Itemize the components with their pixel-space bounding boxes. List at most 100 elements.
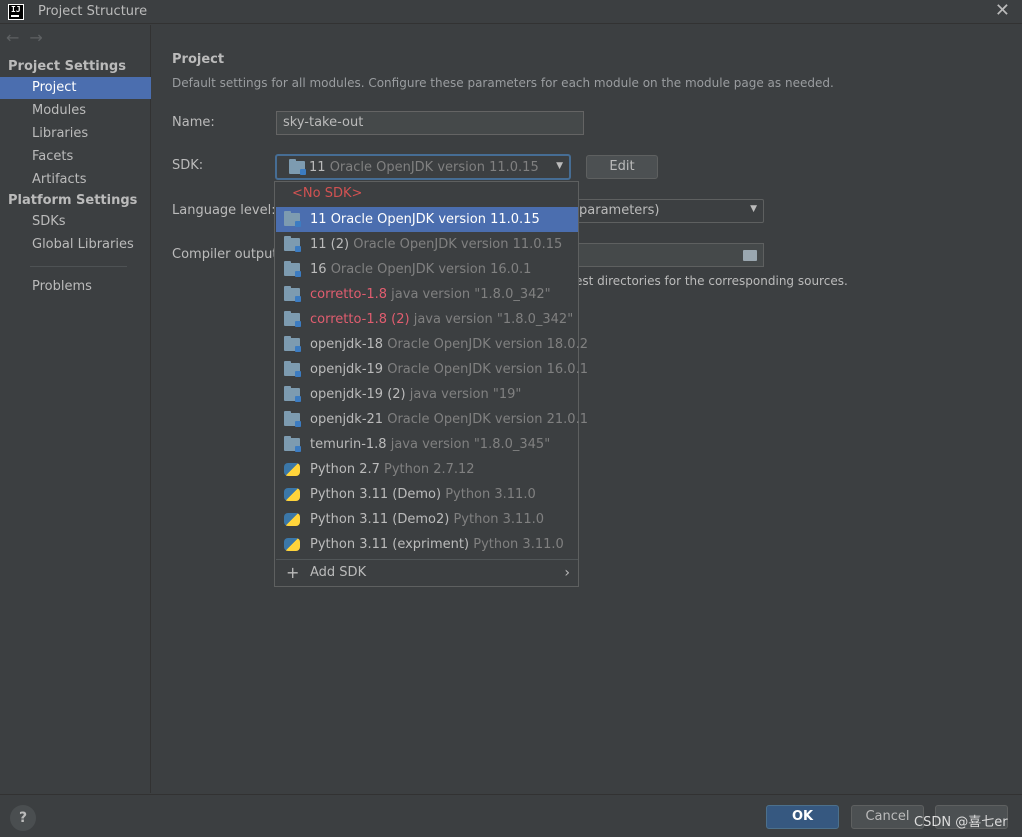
folder-icon (284, 286, 301, 302)
language-level-label: Language level: (172, 203, 276, 218)
sdk-item-label: corretto-1.8 (2) java version "1.8.0_342… (310, 307, 573, 332)
sdk-name: openjdk-18 (310, 337, 384, 352)
python-icon (284, 463, 300, 476)
compiler-output-hint: est directories for the corresponding so… (575, 274, 848, 288)
help-button[interactable]: ? (10, 805, 36, 831)
sdk-combobox[interactable]: 11 Oracle OpenJDK version 11.0.15 ▼ (275, 154, 571, 180)
intellij-app-icon: IJ (8, 4, 24, 20)
sdk-label: SDK: (172, 158, 204, 173)
window-title: Project Structure (38, 4, 148, 19)
dialog-footer: ? OK Cancel CSDN @喜七er (0, 794, 1022, 837)
sdk-list-item[interactable]: corretto-1.8 (2) java version "1.8.0_342… (276, 307, 578, 332)
sidebar-item-problems[interactable]: Problems (0, 276, 151, 298)
folder-icon (289, 159, 306, 175)
folder-icon (284, 236, 301, 252)
sdk-version-detail: Python 3.11.0 (473, 537, 564, 552)
sdk-item-label: 11 Oracle OpenJDK version 11.0.15 (310, 207, 540, 232)
sdk-version-detail: Oracle OpenJDK version 11.0.15 (330, 212, 540, 227)
name-label: Name: (172, 115, 215, 130)
sdk-list-item[interactable]: Python 3.11 (Demo) Python 3.11.0 (276, 482, 578, 507)
sidebar-item-facets[interactable]: Facets (0, 146, 151, 168)
sidebar-item-sdks[interactable]: SDKs (0, 211, 151, 233)
sdk-name: corretto-1.8 (2) (310, 312, 410, 327)
sdk-list-item[interactable]: Python 3.11 (Demo2) Python 3.11.0 (276, 507, 578, 532)
folder-icon (284, 386, 301, 402)
sdk-name: Python 3.11 (Demo2) (310, 512, 450, 527)
sidebar-divider (30, 266, 127, 267)
plus-icon: + (286, 563, 300, 582)
sdk-list-item[interactable]: 16 Oracle OpenJDK version 16.0.1 (276, 257, 578, 282)
sdk-item-label: Python 3.11 (Demo2) Python 3.11.0 (310, 507, 544, 532)
sdk-name: Python 2.7 (310, 462, 380, 477)
back-arrow-icon[interactable]: ← (6, 28, 29, 47)
folder-icon (284, 436, 301, 452)
python-icon (284, 538, 300, 551)
sdk-list-item[interactable]: openjdk-18 Oracle OpenJDK version 18.0.2 (276, 332, 588, 357)
sidebar-item-artifacts[interactable]: Artifacts (0, 169, 151, 191)
edit-button[interactable]: Edit (586, 155, 658, 179)
sdk-name: temurin-1.8 (310, 437, 387, 452)
sdk-list-item[interactable]: temurin-1.8 java version "1.8.0_345" (276, 432, 578, 457)
sdk-name: openjdk-19 (310, 362, 384, 377)
sdk-list-item[interactable]: 11 (2) Oracle OpenJDK version 11.0.15 (276, 232, 578, 257)
sidebar-item-modules[interactable]: Modules (0, 100, 151, 122)
folder-icon (284, 261, 301, 277)
sdk-list-item[interactable]: Python 2.7 Python 2.7.12 (276, 457, 578, 482)
sdk-version-detail: Oracle OpenJDK version 21.0.1 (387, 412, 588, 427)
sdk-list-item[interactable]: openjdk-21 Oracle OpenJDK version 21.0.1 (276, 407, 588, 432)
chevron-down-icon: ▼ (750, 204, 757, 214)
sdk-version-detail: java version "1.8.0_345" (390, 437, 551, 452)
nav-arrows: ←→ (6, 28, 53, 47)
python-icon (284, 488, 300, 501)
no-sdk-option[interactable]: <No SDK> (292, 186, 362, 201)
sdk-name: openjdk-21 (310, 412, 384, 427)
language-level-combobox[interactable]: parameters) ▼ (572, 199, 764, 223)
sdk-version-detail: Oracle OpenJDK version 16.0.1 (387, 362, 588, 377)
sidebar-item-libraries[interactable]: Libraries (0, 123, 151, 145)
sidebar-item-global-libraries[interactable]: Global Libraries (0, 234, 151, 256)
platform-settings-header: Platform Settings (8, 193, 138, 208)
python-icon (284, 513, 300, 526)
sdk-version-detail: Oracle OpenJDK version 11.0.15 (353, 237, 563, 252)
sdk-item-label: openjdk-21 Oracle OpenJDK version 21.0.1 (310, 407, 588, 432)
sdk-item-label: temurin-1.8 java version "1.8.0_345" (310, 432, 550, 457)
sdk-name: Python 3.11 (Demo) (310, 487, 442, 502)
folder-icon (284, 411, 301, 427)
sdk-version-detail: java version "1.8.0_342" (413, 312, 574, 327)
add-sdk-label: Add SDK (310, 565, 367, 580)
sdk-version-detail: java version "19" (409, 387, 522, 402)
ok-button[interactable]: OK (766, 805, 839, 829)
app-icon-text: IJ (11, 5, 21, 14)
sdk-name: Python 3.11 (expriment) (310, 537, 470, 552)
close-icon[interactable]: ✕ (995, 0, 1010, 21)
name-field[interactable]: sky-take-out (276, 111, 584, 135)
folder-icon (284, 361, 301, 377)
sdk-item-label: openjdk-19 Oracle OpenJDK version 16.0.1 (310, 357, 588, 382)
sdk-dropdown-popup: <No SDK> 11 Oracle OpenJDK version 11.0.… (274, 181, 588, 587)
sdk-version-detail: Python 3.11.0 (445, 487, 536, 502)
page-title: Project (172, 52, 225, 67)
sidebar: ←→ Project Settings Project Modules Librar… (0, 25, 151, 793)
sdk-version-detail: Python 2.7.12 (384, 462, 475, 477)
sdk-item-label: Python 3.11 (expriment) Python 3.11.0 (310, 532, 564, 557)
sdk-item-label: openjdk-18 Oracle OpenJDK version 18.0.2 (310, 332, 588, 357)
language-level-value: parameters) (579, 203, 660, 218)
sdk-list-item[interactable]: openjdk-19 Oracle OpenJDK version 16.0.1 (276, 357, 588, 382)
sdk-list-item[interactable]: Python 3.11 (expriment) Python 3.11.0 (276, 532, 578, 557)
sdk-item-label: Python 3.11 (Demo) Python 3.11.0 (310, 482, 536, 507)
forward-arrow-icon[interactable]: → (29, 28, 52, 47)
sidebar-item-project[interactable]: Project (0, 77, 151, 99)
compiler-output-field[interactable] (572, 243, 764, 267)
chevron-right-icon: › (564, 565, 570, 581)
folder-icon (284, 211, 301, 227)
sdk-item-label: 16 Oracle OpenJDK version 16.0.1 (310, 257, 531, 282)
chevron-down-icon: ▼ (556, 161, 563, 171)
folder-icon (284, 311, 301, 327)
sdk-list-item[interactable]: corretto-1.8 java version "1.8.0_342" (276, 282, 578, 307)
watermark: CSDN @喜七er (914, 815, 1008, 830)
sdk-list-item[interactable]: 11 Oracle OpenJDK version 11.0.15 (276, 207, 578, 232)
browse-folder-icon[interactable] (743, 250, 757, 261)
sdk-item-label: corretto-1.8 java version "1.8.0_342" (310, 282, 551, 307)
add-sdk-item[interactable]: + Add SDK › (276, 561, 578, 586)
sdk-list-item[interactable]: openjdk-19 (2) java version "19" (276, 382, 578, 407)
